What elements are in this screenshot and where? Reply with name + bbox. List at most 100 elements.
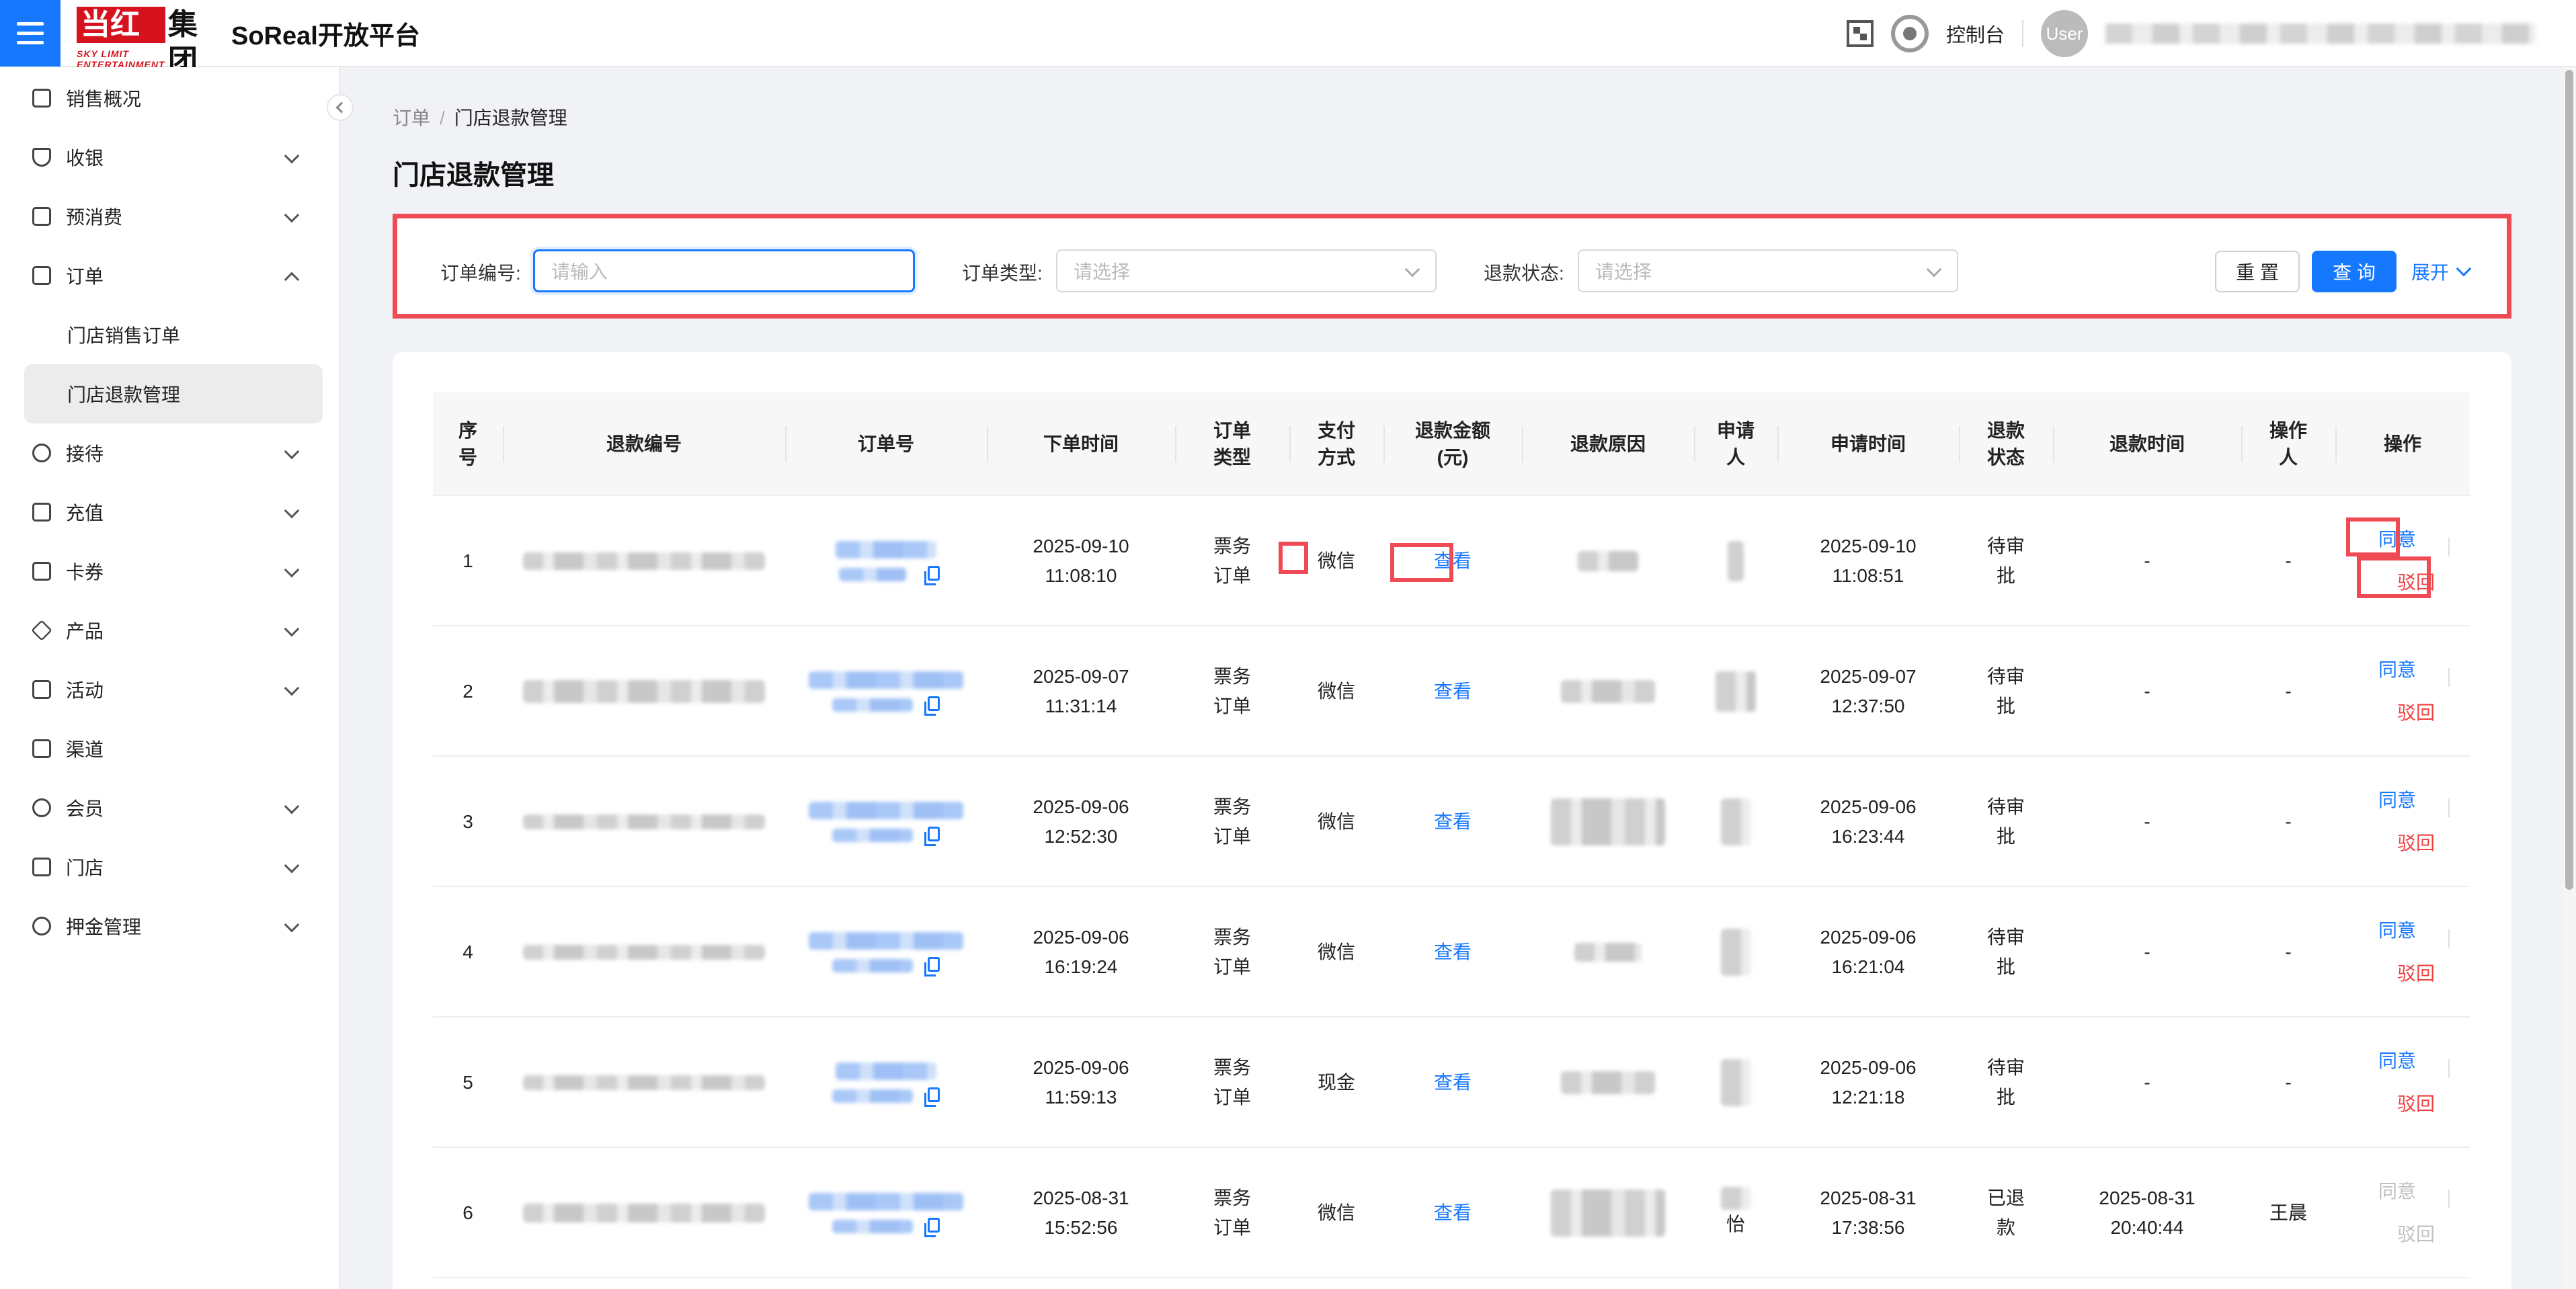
cell-refund-amount[interactable]: 查看 xyxy=(1383,1017,1522,1148)
order-no-redacted[interactable] xyxy=(832,1220,913,1233)
sidebar-item-channels[interactable]: 渠道 xyxy=(0,719,339,778)
sidebar-item-recharge[interactable]: 充值 xyxy=(0,483,339,542)
refund-no-redacted xyxy=(523,815,765,829)
order-no-redacted[interactable] xyxy=(832,1089,913,1103)
view-amount-link[interactable]: 查看 xyxy=(1434,1198,1472,1228)
order-no-input[interactable]: 请输入 xyxy=(533,249,915,292)
reject-button[interactable]: 驳回 xyxy=(2397,698,2435,728)
copy-icon[interactable] xyxy=(924,696,940,716)
sidebar-item-cashier[interactable]: 收银 xyxy=(0,128,339,187)
cell-order-no[interactable] xyxy=(785,1017,987,1148)
column-header-refund-time: 退款时间 xyxy=(2109,433,2185,454)
refund-no-redacted xyxy=(523,552,765,570)
copy-icon[interactable] xyxy=(924,1218,940,1237)
reset-button[interactable]: 重 置 xyxy=(2215,251,2300,292)
order-no-redacted[interactable] xyxy=(809,671,963,689)
refund-reason-redacted xyxy=(1561,1071,1655,1094)
sidebar-item-reception[interactable]: 接待 xyxy=(0,423,339,483)
sidebar-subitem-store-refunds[interactable]: 门店退款管理 xyxy=(24,364,323,423)
cell-order-type: 票务 订单 xyxy=(1213,536,1251,586)
cell-index: 4 xyxy=(462,942,473,962)
breadcrumb-parent[interactable]: 订单 xyxy=(393,108,430,128)
order-no-redacted[interactable] xyxy=(839,568,906,581)
qrcode-icon[interactable] xyxy=(1846,20,1874,47)
order-type-select[interactable]: 请选择 xyxy=(1056,249,1437,292)
cell-order-no[interactable] xyxy=(785,626,987,757)
view-amount-link[interactable]: 查看 xyxy=(1434,807,1472,837)
reject-button[interactable]: 驳回 xyxy=(2397,829,2435,858)
card-icon xyxy=(32,562,51,581)
column-divider xyxy=(1777,426,1779,462)
reject-button[interactable]: 驳回 xyxy=(2397,1089,2435,1119)
avatar[interactable]: User xyxy=(2041,10,2088,57)
sidebar-item-products[interactable]: 产品 xyxy=(0,601,339,660)
console-link[interactable]: 控制台 xyxy=(1946,19,2005,48)
cell-index: 6 xyxy=(462,1202,473,1223)
copy-icon[interactable] xyxy=(924,566,940,585)
order-no-redacted[interactable] xyxy=(836,541,936,558)
order-no-redacted[interactable] xyxy=(832,959,913,972)
agree-button[interactable]: 同意 xyxy=(2378,655,2416,685)
cell-refund-amount[interactable]: 查看 xyxy=(1383,887,1522,1017)
refund-status-select[interactable]: 请选择 xyxy=(1578,249,1958,292)
sidebar: 销售概况 收银 预消费 订单 门店销售订单 门店退款管理 接待 充值 卡券 产品… xyxy=(0,67,340,1289)
cell-applicant xyxy=(1694,626,1777,757)
cell-order-time: 2025-09-07 11:31:14 xyxy=(1033,666,1129,716)
order-no-redacted[interactable] xyxy=(809,932,963,950)
sidebar-item-activities[interactable]: 活动 xyxy=(0,660,339,719)
column-divider xyxy=(2053,426,2054,462)
order-no-redacted[interactable] xyxy=(832,829,913,842)
column-header-refund-amount: 退款金额 (元) xyxy=(1414,420,1490,468)
agree-button[interactable]: 同意 xyxy=(2378,916,2416,946)
chevron-down-icon xyxy=(284,680,300,696)
refund-no-redacted xyxy=(523,945,765,960)
refund-status-label: 退款状态: xyxy=(1484,263,1564,284)
order-no-redacted[interactable] xyxy=(836,1063,936,1080)
sidebar-subitem-store-sales-orders[interactable]: 门店销售订单 xyxy=(0,305,339,364)
copy-icon[interactable] xyxy=(924,827,940,846)
cell-refund-amount[interactable]: 查看 xyxy=(1383,757,1522,887)
sidebar-collapse-button[interactable] xyxy=(327,94,354,121)
cell-order-no[interactable] xyxy=(785,496,987,626)
view-amount-link[interactable]: 查看 xyxy=(1434,677,1472,706)
view-amount-link[interactable]: 查看 xyxy=(1434,1068,1472,1097)
sidebar-item-stores[interactable]: 门店 xyxy=(0,837,339,897)
sidebar-item-sales-overview[interactable]: 销售概况 xyxy=(0,69,339,128)
highlight-reject-button xyxy=(2357,556,2431,598)
cell-order-type: 票务 订单 xyxy=(1213,796,1251,847)
sidebar-item-deposit[interactable]: 押金管理 xyxy=(0,897,339,956)
column-divider xyxy=(785,426,787,462)
cell-apply-time: 2025-08-31 17:38:56 xyxy=(1820,1188,1917,1238)
applicant-redacted xyxy=(1728,541,1744,581)
order-no-redacted[interactable] xyxy=(832,698,913,712)
reject-button[interactable]: 驳回 xyxy=(2397,959,2435,989)
view-amount-link[interactable]: 查看 xyxy=(1434,938,1472,967)
cell-order-no[interactable] xyxy=(785,1148,987,1278)
chevron-down-icon xyxy=(284,207,300,223)
agree-button[interactable]: 同意 xyxy=(2378,786,2416,815)
sidebar-item-prepay[interactable]: 预消费 xyxy=(0,187,339,246)
user-name-redacted[interactable] xyxy=(2105,24,2536,44)
query-button[interactable]: 查 询 xyxy=(2312,251,2397,292)
sidebar-item-orders[interactable]: 订单 xyxy=(0,246,339,305)
scrollbar-thumb[interactable] xyxy=(2565,70,2573,890)
cell-operator: - xyxy=(2285,550,2292,571)
expand-button[interactable]: 展开 xyxy=(2411,251,2472,292)
sidebar-item-members[interactable]: 会员 xyxy=(0,778,339,837)
menu-toggle-button[interactable] xyxy=(0,0,61,67)
agree-button[interactable]: 同意 xyxy=(2378,1046,2416,1076)
console-icon[interactable] xyxy=(1890,15,1929,52)
cell-index: 5 xyxy=(462,1072,473,1093)
cell-order-no[interactable] xyxy=(785,887,987,1017)
cell-order-time: 2025-09-10 11:08:10 xyxy=(1033,536,1129,586)
cell-refund-amount[interactable]: 查看 xyxy=(1383,626,1522,757)
order-no-redacted[interactable] xyxy=(809,1193,963,1210)
agree-button: 同意 xyxy=(2378,1181,2416,1202)
sidebar-item-coupons[interactable]: 卡券 xyxy=(0,542,339,601)
copy-icon[interactable] xyxy=(924,1087,940,1107)
order-no-redacted[interactable] xyxy=(809,802,963,819)
cell-refund-amount[interactable]: 查看 xyxy=(1383,1148,1522,1278)
cell-applicant xyxy=(1694,496,1777,626)
cell-order-no[interactable] xyxy=(785,757,987,887)
copy-icon[interactable] xyxy=(924,957,940,976)
